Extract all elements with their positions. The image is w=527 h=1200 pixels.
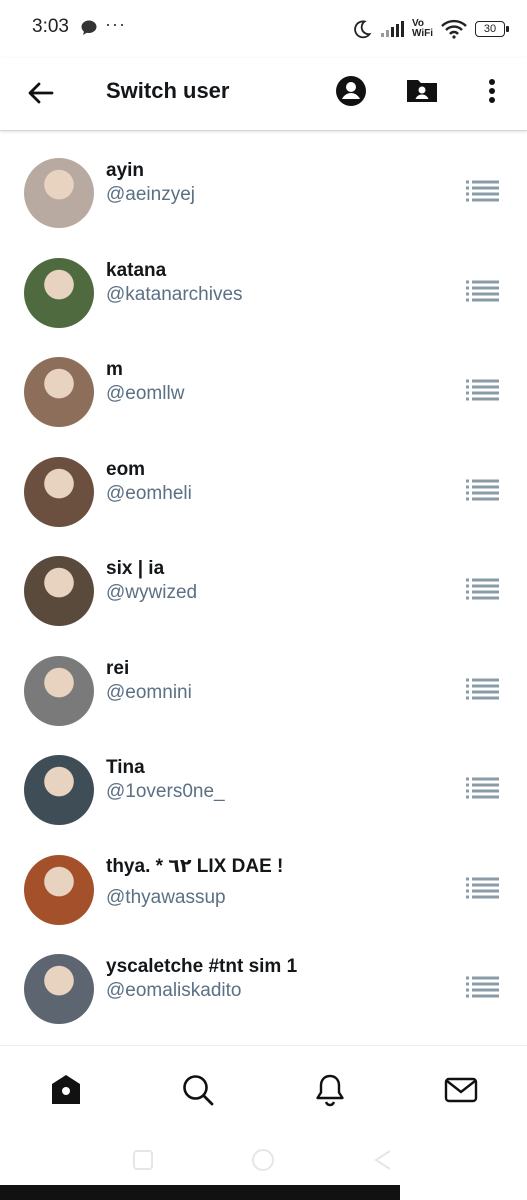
screen-edge-bar	[0, 1185, 400, 1200]
account-row[interactable]: rei @eomnini	[0, 630, 527, 730]
notifications-icon[interactable]	[312, 1072, 348, 1108]
account-display-name: m	[106, 359, 123, 380]
back-arrow-icon[interactable]	[24, 76, 58, 110]
account-handle: @wywized	[106, 582, 198, 603]
account-display-name: katana	[106, 259, 167, 281]
account-display-name: Tina	[106, 757, 145, 778]
status-bar: 3:03 ··· Vo WiFi 30	[0, 0, 527, 58]
account-handle: @thyawassup	[106, 886, 226, 908]
drag-handle-icon[interactable]	[466, 678, 500, 700]
account-display-name: rei	[106, 657, 130, 679]
account-handle: @katanarchives	[106, 283, 243, 305]
signal-icon	[380, 21, 404, 37]
account-handle: @eomllw	[106, 383, 185, 404]
account-row[interactable]: ayin @aeinzyej	[0, 132, 527, 232]
system-navigation	[0, 1133, 527, 1185]
avatar	[24, 158, 94, 228]
avatar	[24, 854, 94, 925]
account-row[interactable]: m @eomllw	[0, 331, 527, 431]
drag-handle-icon[interactable]	[466, 976, 500, 998]
account-row[interactable]: thya. * ٦٢ LIX DAE ! @thyawassup	[0, 829, 527, 929]
account-display-name: thya. * ٦٢ LIX DAE !	[106, 855, 284, 877]
account-handle: @eomaliskadito	[106, 980, 242, 1001]
messages-icon[interactable]	[443, 1072, 479, 1108]
drag-handle-icon[interactable]	[466, 180, 500, 202]
avatar	[24, 556, 94, 626]
status-time: 3:03	[32, 16, 69, 37]
status-overflow-dots: ···	[105, 14, 126, 34]
moon-icon	[354, 20, 372, 39]
drag-handle-icon[interactable]	[466, 877, 500, 899]
account-row[interactable]: yscaletche #tnt sim 1 @eomaliskadito	[0, 928, 527, 1028]
account-display-name: six | ia	[106, 558, 165, 579]
account-handle: @eomnini	[106, 681, 192, 703]
vowifi-indicator: Vo WiFi	[411, 18, 433, 39]
app-bar: Switch user	[0, 58, 527, 131]
avatar	[24, 755, 94, 825]
more-options-icon[interactable]	[480, 74, 504, 108]
account-display-name: eom	[106, 458, 146, 480]
home-button-icon[interactable]	[250, 1147, 276, 1173]
account-list: ayin @aeinzyej katana @katanarchives m @…	[0, 132, 527, 1028]
page-title: Switch user	[106, 78, 230, 103]
back-button-icon[interactable]	[370, 1147, 396, 1173]
account-handle: @aeinzyej	[106, 184, 195, 205]
account-row[interactable]: eom @eomheli	[0, 431, 527, 531]
wifi-icon	[441, 19, 467, 39]
avatar	[24, 456, 94, 527]
avatar	[24, 954, 94, 1024]
drag-handle-icon[interactable]	[466, 379, 500, 401]
drag-handle-icon[interactable]	[466, 479, 500, 501]
avatar	[24, 357, 94, 427]
recents-icon[interactable]	[130, 1147, 156, 1173]
home-icon[interactable]	[48, 1072, 84, 1108]
account-display-name: yscaletche #tnt sim 1	[106, 956, 298, 977]
account-display-name: ayin	[106, 160, 145, 181]
drag-handle-icon[interactable]	[466, 578, 500, 600]
search-icon[interactable]	[180, 1072, 216, 1108]
avatar	[24, 655, 94, 726]
account-row[interactable]: Tina @1overs0ne_	[0, 729, 527, 829]
avatar	[24, 257, 94, 328]
account-row[interactable]: katana @katanarchives	[0, 232, 527, 332]
folder-user-icon[interactable]	[404, 74, 440, 108]
drag-handle-icon[interactable]	[466, 280, 500, 302]
chat-bubble-icon	[81, 20, 97, 35]
account-row[interactable]: six | ia @wywized	[0, 530, 527, 630]
account-handle: @1overs0ne_	[106, 781, 225, 802]
bottom-navigation	[0, 1045, 527, 1134]
battery-indicator: 30	[475, 21, 509, 37]
drag-handle-icon[interactable]	[466, 777, 500, 799]
account-handle: @eomheli	[106, 482, 192, 504]
account-circle-icon[interactable]	[334, 74, 368, 108]
